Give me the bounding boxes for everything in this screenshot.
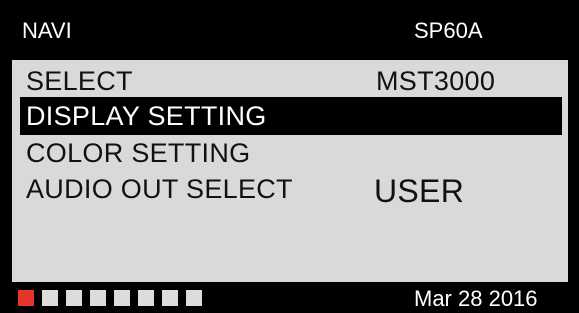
header-bar: NAVI SP60A [0,0,579,60]
page-indicator-dot [42,290,58,306]
menu-item-color-setting[interactable]: COLOR SETTING [20,134,562,172]
menu-panel: SELECT MST3000 DISPLAY SETTING COLOR SET… [12,60,568,282]
footer-bar: Mar 28 2016 [0,282,579,313]
menu-item-select[interactable]: SELECT MST3000 [20,62,562,100]
model-name: SP60A [414,18,483,43]
menu-item-audio-out-select[interactable]: AUDIO OUT SELECT USER [20,170,562,209]
menu-title: NAVI [22,18,72,43]
page-indicator-dot [162,290,178,306]
menu-item-display-setting[interactable]: DISPLAY SETTING [20,97,562,135]
page-indicator-active [18,290,34,306]
page-indicator-dot [114,290,130,306]
menu-item-label: COLOR SETTING [26,138,251,168]
menu-item-label: DISPLAY SETTING [26,101,267,131]
menu-item-value: MST3000 [376,66,496,96]
date-label: Mar 28 2016 [414,286,538,311]
menu-item-label: AUDIO OUT SELECT [26,174,293,204]
page-indicator-dot [66,290,82,306]
osd-screen: NAVI SP60A SELECT MST3000 DISPLAY SETTIN… [0,0,579,313]
menu-item-value: USER [374,173,465,209]
page-indicator-dot [138,290,154,306]
page-indicator-dot [90,290,106,306]
page-indicator-dot [186,290,202,306]
menu-item-label: SELECT [26,66,133,96]
